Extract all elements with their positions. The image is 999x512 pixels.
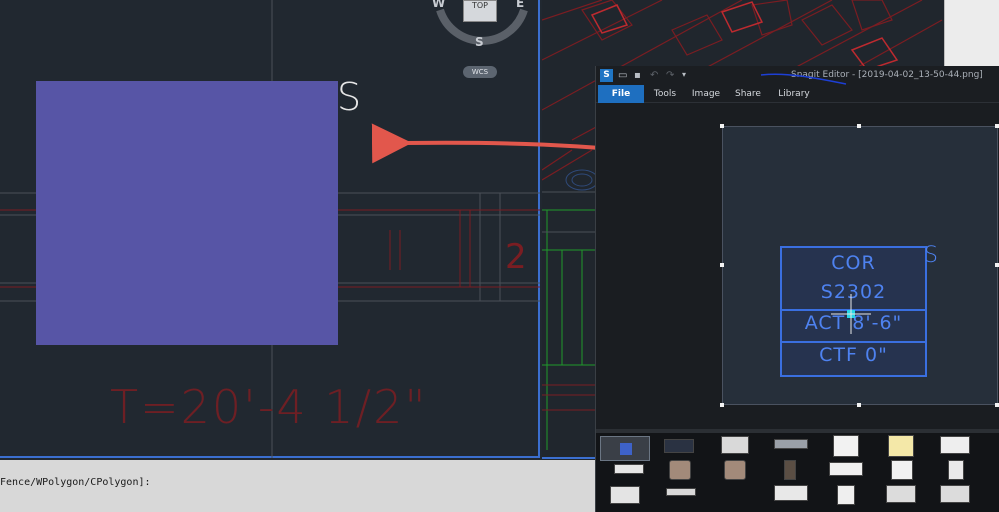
- tray-thumbnail[interactable]: [837, 485, 855, 505]
- tray-thumbnail[interactable]: [774, 439, 808, 449]
- tray-thumbnail[interactable]: [833, 435, 859, 457]
- tag-divider: [782, 341, 925, 343]
- tray-thumbnail[interactable]: [940, 436, 970, 454]
- menu-share[interactable]: Share: [732, 85, 764, 103]
- open-icon[interactable]: ▭: [618, 70, 627, 81]
- resize-handle[interactable]: [857, 124, 861, 128]
- crosshair-lines: [831, 294, 871, 334]
- tray-thumbnail[interactable]: [610, 486, 640, 504]
- snagit-editor-window[interactable]: S ▭ ▪ ↶ ↷ ▾ Snagit Editor - [2019-04-02_…: [595, 66, 999, 512]
- more-icon[interactable]: ▾: [682, 70, 686, 79]
- tray-thumbnail[interactable]: [940, 485, 970, 503]
- svg-text:2: 2: [505, 237, 527, 277]
- snagit-titlebar[interactable]: S ▭ ▪ ↶ ↷ ▾ Snagit Editor - [2019-04-02_…: [596, 66, 999, 85]
- resize-handle[interactable]: [857, 403, 861, 407]
- menu-file[interactable]: File: [598, 85, 644, 103]
- command-line[interactable]: Fence/WPolygon/CPolygon]:: [0, 460, 595, 512]
- cad-left-pane[interactable]: 2 S T=20'-4 1/2" W E S TOP WCS: [0, 0, 540, 458]
- compass-south[interactable]: S: [475, 35, 484, 49]
- cad-dimension-text: T=20'-4 1/2": [110, 380, 428, 434]
- tray-thumbnail[interactable]: [948, 460, 964, 480]
- snagit-canvas[interactable]: COR S2302 ACT 8'-6" CTF 0" S: [596, 103, 999, 429]
- resize-handle[interactable]: [995, 263, 999, 267]
- menu-library[interactable]: Library: [774, 85, 814, 103]
- compass-west[interactable]: W: [432, 0, 445, 10]
- tray-thumbnail[interactable]: [886, 485, 916, 503]
- tray-thumbnail[interactable]: [614, 464, 644, 474]
- tray-thumbnail[interactable]: [774, 485, 808, 501]
- redacted-area: [36, 81, 338, 345]
- resize-handle[interactable]: [720, 124, 724, 128]
- snagit-recent-tray[interactable]: [596, 433, 999, 512]
- tag-line-1: COR: [831, 252, 876, 274]
- tray-thumbnail[interactable]: [724, 460, 746, 480]
- title-scribble: [760, 73, 847, 85]
- tag-suffix-letter: S: [924, 243, 938, 268]
- undo-icon[interactable]: ↶: [650, 70, 658, 81]
- screen: 2 S T=20'-4 1/2" W E S TOP WCS Fence/WPo…: [0, 0, 999, 512]
- compass-east[interactable]: E: [516, 0, 524, 10]
- snagit-logo-icon: S: [600, 69, 613, 82]
- resize-handle[interactable]: [720, 403, 724, 407]
- redo-icon[interactable]: ↷: [666, 70, 674, 81]
- viewcube-top-face[interactable]: TOP: [463, 0, 497, 22]
- tray-thumbnail[interactable]: [664, 439, 694, 453]
- tag-line-4: CTF 0": [819, 344, 888, 366]
- resize-handle[interactable]: [720, 263, 724, 267]
- cad-section-letter: S: [337, 75, 362, 119]
- menu-image[interactable]: Image: [689, 85, 723, 103]
- tray-thumbnail[interactable]: [891, 460, 913, 480]
- background-window: [944, 0, 999, 66]
- command-prompt-text: Fence/WPolygon/CPolygon]:: [0, 477, 151, 488]
- resize-handle[interactable]: [995, 124, 999, 128]
- tray-thumbnail[interactable]: [888, 435, 914, 457]
- tray-thumbnail[interactable]: [666, 488, 696, 496]
- tray-thumbnail[interactable]: [721, 436, 749, 454]
- menu-tools[interactable]: Tools: [648, 85, 682, 103]
- save-icon[interactable]: ▪: [634, 70, 641, 81]
- tray-thumbnail[interactable]: [829, 462, 863, 476]
- resize-handle[interactable]: [995, 403, 999, 407]
- snagit-menubar: File Tools Image Share Library: [596, 85, 999, 103]
- tray-thumbnail-selected[interactable]: [600, 436, 650, 461]
- wcs-menu[interactable]: WCS: [463, 66, 497, 78]
- tray-thumbnail[interactable]: [669, 460, 691, 480]
- tray-thumbnail[interactable]: [784, 460, 796, 480]
